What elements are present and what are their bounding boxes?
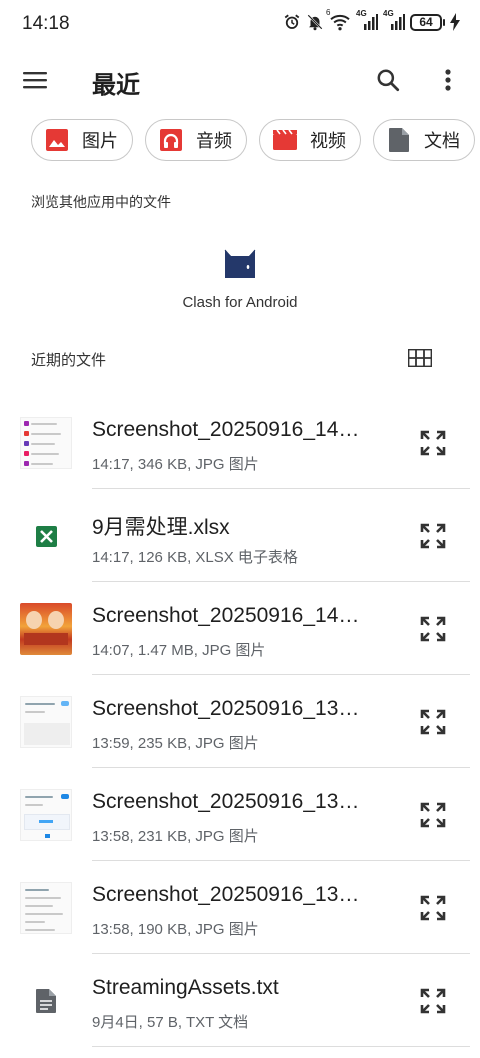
expand-button[interactable] (416, 426, 450, 460)
file-meta: 13:59, 235 KB, JPG 图片 (92, 735, 259, 752)
grid-view-button[interactable] (404, 344, 436, 372)
search-button[interactable] (370, 62, 406, 98)
file-name: Screenshot_20250916_141… (92, 418, 367, 441)
more-options-button[interactable] (430, 62, 466, 98)
expand-icon (420, 430, 446, 456)
expand-icon (420, 523, 446, 549)
clapperboard-icon (272, 127, 298, 153)
file-thumbnail (20, 696, 72, 748)
more-vert-icon (445, 69, 451, 91)
battery-level: 64 (410, 13, 442, 31)
expand-button[interactable] (416, 891, 450, 925)
menu-button[interactable] (18, 62, 54, 98)
grid-view-icon (408, 349, 432, 367)
expand-icon (420, 988, 446, 1014)
status-time: 14:18 (22, 13, 70, 34)
chip-images[interactable]: 图片 (31, 119, 133, 161)
file-thumbnail (20, 789, 72, 841)
chip-audio[interactable]: 音频 (145, 119, 247, 161)
category-chips: 图片 音频 视频 文档 (31, 119, 475, 161)
cat-icon (224, 249, 256, 278)
mute-icon (306, 13, 324, 31)
file-row[interactable]: StreamingAssets.txt 9月4日, 57 B, TXT 文档 (0, 954, 480, 1047)
wifi-badge: 6 (326, 8, 331, 17)
file-name: Screenshot_20250916_140… (92, 604, 367, 627)
chip-video-label: 视频 (310, 131, 346, 151)
expand-button[interactable] (416, 705, 450, 739)
file-row[interactable]: Screenshot_20250916_141… 14:17, 346 KB, … (0, 396, 480, 489)
browse-apps-heading: 浏览其他应用中的文件 (31, 194, 171, 210)
file-meta: 14:07, 1.47 MB, JPG 图片 (92, 642, 266, 659)
file-name: Screenshot_20250916_135… (92, 697, 367, 720)
headphones-icon (158, 127, 184, 153)
page-title: 最近 (92, 72, 140, 99)
expand-button[interactable] (416, 612, 450, 646)
search-icon (377, 69, 400, 92)
expand-icon (420, 616, 446, 642)
expand-icon (420, 895, 446, 921)
file-name: 9月需处理.xlsx (92, 516, 230, 539)
expand-button[interactable] (416, 798, 450, 832)
file-meta: 14:17, 346 KB, JPG 图片 (92, 456, 259, 473)
recent-file-list: Screenshot_20250916_141… 14:17, 346 KB, … (0, 396, 480, 1047)
file-row[interactable]: Screenshot_20250916_135… 13:58, 190 KB, … (0, 861, 480, 954)
expand-button[interactable] (416, 519, 450, 553)
file-name: StreamingAssets.txt (92, 976, 279, 999)
network-type-label-2: 4G (383, 9, 394, 18)
battery-indicator: 64 (410, 13, 445, 31)
chip-audio-label: 音频 (196, 131, 232, 151)
file-meta: 14:17, 126 KB, XLSX 电子表格 (92, 549, 298, 566)
signal-icon-2: 4G (383, 9, 405, 31)
chip-documents-label: 文档 (424, 131, 460, 151)
file-row[interactable]: Screenshot_20250916_135… 13:58, 231 KB, … (0, 768, 480, 861)
recent-files-heading: 近期的文件 (31, 352, 107, 369)
chip-documents[interactable]: 文档 (373, 119, 475, 161)
file-thumbnail (20, 882, 72, 934)
app-name: Clash for Android (182, 294, 298, 311)
alarm-icon (283, 13, 301, 31)
file-thumbnail (20, 417, 72, 469)
charging-icon (450, 13, 460, 31)
image-icon (44, 127, 70, 153)
app-bar: 最近 (0, 50, 480, 108)
status-icons: 6 4G 4G 64 (283, 8, 460, 31)
file-meta: 13:58, 190 KB, JPG 图片 (92, 921, 259, 938)
signal-icon: 4G (356, 9, 378, 31)
file-name: Screenshot_20250916_135… (92, 790, 367, 813)
file-meta: 9月4日, 57 B, TXT 文档 (92, 1014, 249, 1031)
network-type-label: 4G (356, 9, 367, 18)
file-thumbnail (20, 603, 72, 655)
excel-icon (20, 510, 72, 562)
file-meta: 13:58, 231 KB, JPG 图片 (92, 828, 259, 845)
file-name: Screenshot_20250916_135… (92, 883, 367, 906)
status-bar: 14:18 6 4G 4G 64 (0, 0, 480, 50)
text-file-icon (20, 975, 72, 1027)
expand-icon (420, 709, 446, 735)
hamburger-icon (23, 72, 47, 89)
chip-video[interactable]: 视频 (259, 119, 361, 161)
expand-icon (420, 802, 446, 828)
file-row[interactable]: Screenshot_20250916_135… 13:59, 235 KB, … (0, 675, 480, 768)
file-row[interactable]: 9月需处理.xlsx 14:17, 126 KB, XLSX 电子表格 (0, 489, 480, 582)
file-row[interactable]: Screenshot_20250916_140… 14:07, 1.47 MB,… (0, 582, 480, 675)
app-tile-clash[interactable]: Clash for Android (160, 236, 320, 320)
expand-button[interactable] (416, 984, 450, 1018)
document-icon (386, 127, 412, 153)
wifi-icon: 6 (326, 8, 351, 31)
chip-images-label: 图片 (82, 131, 118, 151)
